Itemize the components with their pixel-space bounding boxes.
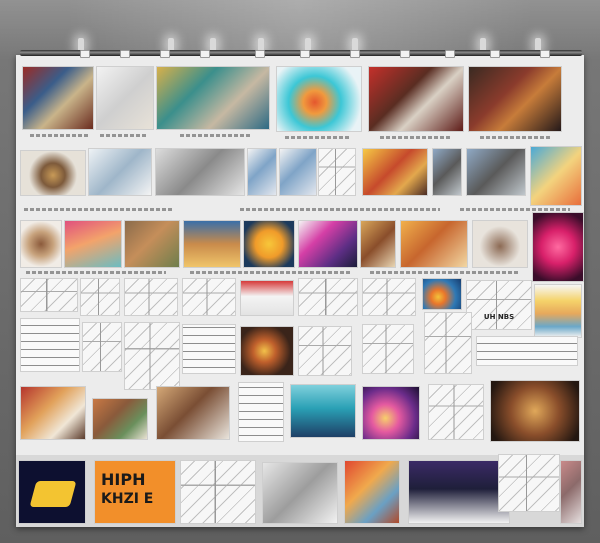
- hanging-clip: [255, 50, 265, 58]
- sketch-print: [182, 278, 236, 316]
- sketch-print: [124, 322, 180, 390]
- photo-tile-blue-figures: [247, 148, 277, 196]
- sketch-print: [80, 278, 120, 316]
- caption-text: [285, 136, 351, 139]
- sketch-print: [82, 322, 122, 372]
- poster-line-2: KHZI E: [101, 491, 154, 507]
- sketch-print: [180, 460, 256, 524]
- caption-text: [460, 208, 570, 211]
- gallery-wall: { "scene": { "wall_color": "#6b6b6b", "b…: [0, 0, 600, 543]
- caption-text: [100, 134, 148, 137]
- sketch-print: [20, 278, 78, 312]
- sketch-print: [124, 278, 178, 316]
- photo-tile-city-towers: [183, 220, 241, 268]
- photo-tile-blue-figures: [279, 148, 317, 196]
- caption-text: [190, 271, 350, 274]
- photo-tile-blue-landscape: [530, 146, 582, 206]
- photo-tile-collage-gold: [156, 66, 270, 130]
- text-document: [238, 382, 284, 442]
- photo-tile-teal-horizon: [290, 384, 356, 438]
- photo-tile-outdoor-scene: [124, 220, 180, 268]
- sketch-print: [362, 324, 414, 374]
- photo-tile-red-building: [368, 66, 464, 132]
- text-document: [182, 324, 236, 374]
- caption-text: [30, 134, 90, 137]
- photo-tile-cityscape-small: [466, 148, 526, 196]
- caption-text: [180, 134, 250, 137]
- photo-tile-cyan-abstract: [276, 66, 362, 132]
- hanging-clip: [200, 50, 210, 58]
- sketch-print: UH NBS: [466, 280, 532, 330]
- photo-tile-warm-street: [360, 220, 396, 268]
- sketch-print: [298, 278, 358, 316]
- photo-tile-grey-sketch: [262, 462, 338, 524]
- poster-line-1: HIPH: [101, 470, 146, 489]
- photo-tile-red-building-low: [20, 386, 86, 440]
- photo-tile-bronze-sculpture: [490, 380, 580, 442]
- photo-tile-magenta-flower: [298, 220, 358, 268]
- photo-tile-orange-city: [344, 460, 400, 524]
- sketch-print: [318, 148, 356, 196]
- photo-tile-teapot: [20, 220, 62, 268]
- photo-tile-neon-pink: [532, 212, 584, 282]
- photo-tile-orange-sculpture: [400, 220, 468, 268]
- yellow-shape: [29, 481, 77, 507]
- photo-tile-blue-yellow-art: [422, 278, 462, 310]
- sketch-print: [298, 326, 352, 376]
- photo-tile-pink-mountain: [64, 220, 122, 268]
- text-document: [476, 336, 578, 366]
- photo-tile-hand-object: [20, 150, 86, 196]
- text-document: [20, 318, 80, 372]
- photo-tile-balloons: [92, 398, 148, 440]
- photo-tile-white-figure: [472, 220, 528, 268]
- caption-text: [24, 208, 174, 211]
- photo-tile-yellow-face: [243, 220, 295, 268]
- photo-tile-red-poster: [240, 280, 294, 316]
- hanging-clip: [300, 50, 310, 58]
- photo-tile-city-night: [408, 460, 510, 524]
- caption-text: [480, 136, 550, 139]
- photo-tile-white-room: [96, 66, 154, 130]
- photo-tile-purple-nebula: [362, 386, 420, 440]
- photo-tile-grey-machine: [155, 148, 245, 196]
- hanging-clip: [490, 50, 500, 58]
- caption-text: [240, 208, 440, 211]
- hanging-clip: [120, 50, 130, 58]
- photo-tile-yellow-shape: [18, 460, 86, 524]
- hanging-clip: [160, 50, 170, 58]
- caption-text: [26, 271, 166, 274]
- hanging-clip: [350, 50, 360, 58]
- photo-tile-coloured-chart: [534, 284, 582, 338]
- hanging-clip: [80, 50, 90, 58]
- sketch-print: [498, 454, 560, 512]
- sketch-print: [428, 384, 484, 440]
- photo-tile-sketch-building: [88, 148, 152, 196]
- photo-tile-room-interior: [156, 386, 230, 440]
- caption-text: [370, 271, 520, 274]
- poster-orange-lettering: HIPH KHZI E: [94, 460, 176, 524]
- sketch-print: [362, 278, 416, 316]
- photo-tile-bright-yellow: [362, 148, 428, 196]
- hanging-clip: [400, 50, 410, 58]
- sketch-print: [424, 312, 472, 374]
- hanging-clip: [540, 50, 550, 58]
- photo-tile-warm-desk: [22, 66, 94, 130]
- poster-label: UH NBS: [483, 313, 515, 321]
- photo-tile-dark-interior: [468, 66, 562, 132]
- hanging-clip: [445, 50, 455, 58]
- photo-tile-cityscape-small: [432, 148, 462, 196]
- photo-tile-pink-room: [560, 460, 582, 524]
- caption-text: [380, 136, 450, 139]
- photo-tile-spiral: [240, 326, 294, 376]
